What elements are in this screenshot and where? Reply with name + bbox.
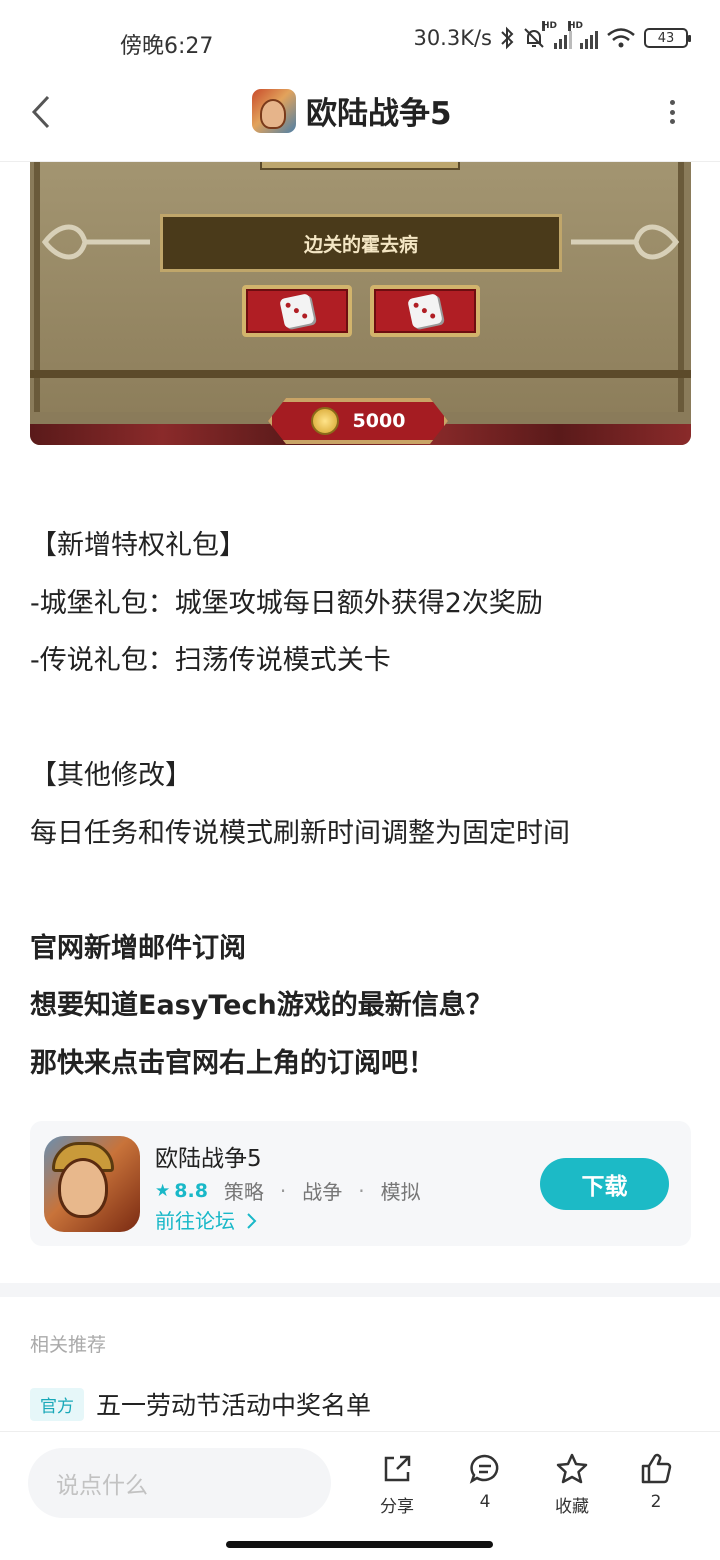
- share-icon: [384, 1455, 411, 1482]
- chevron-left-icon: [31, 95, 50, 129]
- star-outline-icon: [556, 1453, 588, 1484]
- official-tag: 官方: [30, 1387, 84, 1421]
- ornament-left: [41, 224, 150, 260]
- tag-separator: ·: [279, 1178, 287, 1203]
- article-line: 每日任务和传说模式刷新时间调整为固定时间: [30, 817, 570, 849]
- article-line: 想要知道EasyTech游戏的最新信息？: [30, 990, 493, 1021]
- article-heading: 【新增特权礼包】: [30, 530, 246, 561]
- gold-coin-icon: [310, 407, 339, 435]
- like-count: 2: [650, 1492, 662, 1512]
- related-item[interactable]: 官方 五一劳动节活动中奖名单: [30, 1386, 371, 1422]
- tag-separator: ·: [358, 1178, 365, 1203]
- game-tag: 模拟: [380, 1180, 421, 1204]
- dice-icon: [407, 293, 443, 329]
- article-line: -传说礼包：扫荡传说模式关卡: [30, 645, 391, 676]
- article-line: -城堡礼包：城堡攻城每日额外获得2次奖励: [30, 587, 543, 619]
- game-tag: 战争: [302, 1180, 343, 1204]
- app-icon: [252, 88, 296, 133]
- comment-count: 4: [479, 1492, 491, 1512]
- comment-input[interactable]: 说点什么: [28, 1448, 331, 1518]
- article-line: 官网新增邮件订阅: [30, 932, 246, 964]
- face-shape: [58, 1158, 108, 1218]
- back-button[interactable]: [26, 94, 56, 130]
- bluetooth-icon: [501, 26, 514, 50]
- star-icon: ★: [155, 1180, 171, 1201]
- section-divider: [0, 1283, 720, 1297]
- status-bar: 傍晚6:27 30.3K/s HD HD 43: [0, 0, 720, 80]
- wifi-icon: [607, 28, 635, 48]
- article-body: 【新增特权礼包】 -城堡礼包：城堡攻城每日额外获得2次奖励 -传说礼包：扫荡传说…: [30, 528, 690, 1103]
- article-heading: 【其他修改】: [30, 760, 192, 791]
- article-line: 那快来点击官网右上角的订阅吧！: [30, 1047, 435, 1079]
- game-app-card[interactable]: 欧陆战争5 ★ 8.8 策略 · 战争 · 模拟 前往论坛 下载: [30, 1121, 691, 1246]
- image-floor: [30, 370, 691, 378]
- game-tag: 策略: [223, 1180, 264, 1204]
- ornament-right: [571, 224, 680, 260]
- more-options-button[interactable]: [660, 100, 684, 124]
- thumbs-up-icon: [641, 1453, 672, 1484]
- top-nav-bar: 欧陆战争5: [0, 80, 720, 162]
- dot: [669, 109, 675, 115]
- favorite-label: 收藏: [555, 1497, 589, 1517]
- coin-amount: 5000: [352, 410, 406, 432]
- image-topbar: [260, 162, 460, 170]
- related-item-title: 五一劳动节活动中奖名单: [96, 1391, 372, 1420]
- article-image[interactable]: 边关的霍去病 5000: [30, 162, 691, 445]
- dice-button: [370, 285, 480, 337]
- signal-icon-2: HD: [568, 21, 598, 49]
- share-label: 分享: [380, 1497, 414, 1517]
- bottom-action-bar: 说点什么 分享 4 收藏 2: [0, 1431, 720, 1532]
- coin-cost-badge: 5000: [268, 398, 448, 444]
- dot: [669, 119, 675, 124]
- page-title: 欧陆战争5: [306, 96, 452, 132]
- forum-link-label: 前往论坛: [155, 1209, 235, 1233]
- forum-link[interactable]: 前往论坛: [155, 1205, 257, 1234]
- dice-button: [242, 285, 352, 337]
- related-section-title: 相关推荐: [30, 1334, 107, 1356]
- comment-bubble-icon: [469, 1454, 499, 1484]
- like-button[interactable]: 2: [626, 1452, 686, 1512]
- chevron-right-icon: [247, 1213, 257, 1229]
- comment-button[interactable]: 4: [455, 1452, 515, 1512]
- share-button[interactable]: 分享: [367, 1452, 427, 1517]
- download-button[interactable]: 下载: [540, 1158, 669, 1210]
- network-speed: 30.3K/s: [413, 26, 492, 50]
- page-title-group[interactable]: 欧陆战争5: [252, 88, 452, 133]
- game-app-meta: ★ 8.8 策略 · 战争 · 模拟: [155, 1176, 421, 1205]
- dot: [669, 100, 675, 105]
- battery-icon: 43: [644, 28, 691, 48]
- game-app-icon: [44, 1136, 140, 1232]
- status-time: 傍晚6:27: [120, 34, 214, 59]
- status-icons: 30.3K/s HD HD 43: [413, 21, 691, 50]
- home-indicator[interactable]: [226, 1541, 493, 1548]
- general-name-label: 边关的霍去病: [160, 214, 562, 272]
- game-app-name: 欧陆战争5: [155, 1146, 262, 1172]
- game-score: 8.8: [174, 1179, 208, 1202]
- dice-icon: [279, 293, 315, 329]
- favorite-button[interactable]: 收藏: [542, 1452, 602, 1517]
